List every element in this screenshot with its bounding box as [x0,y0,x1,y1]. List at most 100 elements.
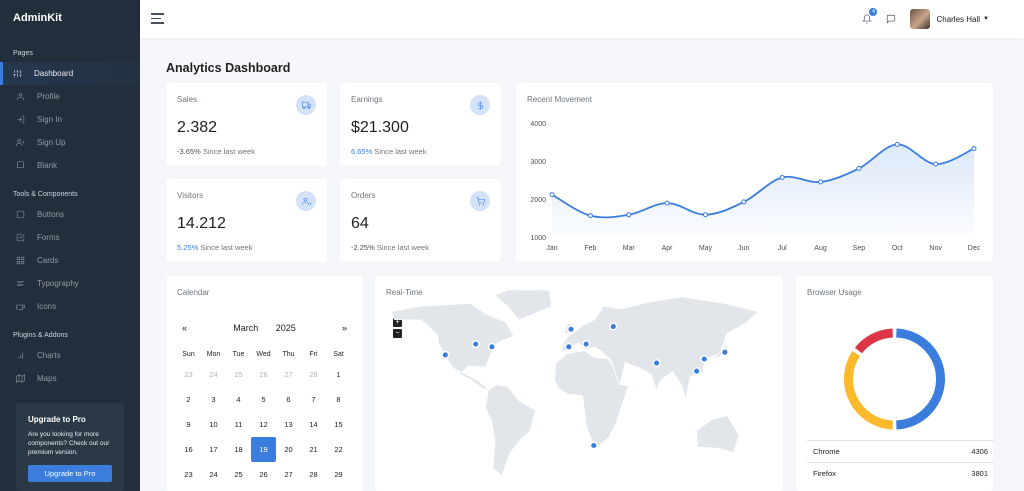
chevron-down-icon[interactable]: ▼ [983,16,989,22]
prev-month-button[interactable]: « [182,323,187,333]
map-region[interactable] [485,384,536,476]
data-point[interactable] [626,212,632,218]
sidebar-item-profile[interactable]: Profile [0,85,140,108]
calendar-day-outside[interactable]: 26 [251,362,276,387]
data-point[interactable] [971,146,977,152]
user-name[interactable]: Charles Hall [936,15,980,24]
sliders-icon [13,69,27,78]
calendar-day[interactable]: 22 [326,437,351,462]
map-marker[interactable] [441,350,450,359]
brand-logo[interactable]: AdminKit [0,0,140,40]
sidebar-item-label: Icons [37,302,57,311]
data-point[interactable] [856,165,862,171]
map-marker[interactable] [700,354,709,364]
data-point[interactable] [587,213,593,219]
calendar-day[interactable]: 2 [176,387,201,412]
next-month-button[interactable]: » [342,323,347,333]
sidebar-item-blank[interactable]: Blank [0,154,140,177]
weekday-label: Mon [206,350,221,358]
upgrade-card: Upgrade to Pro Are you looking for more … [16,403,124,491]
data-point[interactable] [702,212,708,218]
user-avatar[interactable] [910,9,931,29]
data-point[interactable] [664,200,670,206]
page-title: Analytics Dashboard [166,61,291,75]
calendar-day-outside[interactable]: 25 [226,362,251,387]
data-point[interactable] [741,199,747,205]
calendar-day[interactable]: 1 [326,362,351,387]
map-marker[interactable] [487,342,496,351]
calendar-day[interactable]: 11 [226,412,251,437]
data-point[interactable] [894,141,900,147]
calendar-day[interactable]: 3 [201,387,226,412]
calendar-day[interactable]: 25 [226,462,251,487]
sidebar-toggle-icon[interactable] [151,13,164,27]
donut-slice[interactable] [844,350,894,430]
calendar-day[interactable]: 10 [201,412,226,437]
user-plus-icon [16,138,30,147]
calendar-day[interactable]: 8 [326,387,351,412]
calendar-day-outside[interactable]: 27 [276,362,301,387]
calendar-day[interactable]: 29 [326,462,351,487]
data-point[interactable] [779,174,785,180]
data-point[interactable] [818,179,824,185]
map-marker[interactable] [566,325,576,334]
calendar-day[interactable]: 7 [301,387,326,412]
card-title: Calendar [177,288,210,297]
sidebar-item-buttons[interactable]: Buttons [0,203,140,226]
sidebar-item-typography[interactable]: Typography [0,272,140,295]
map-marker[interactable] [609,322,618,331]
calendar-day-outside[interactable]: 28 [301,362,326,387]
calendar-day[interactable]: 18 [226,437,251,462]
calendar-day[interactable]: 15 [326,412,351,437]
sidebar-item-maps[interactable]: Maps [0,367,140,390]
map-marker[interactable] [564,342,573,351]
sidebar-item-cards[interactable]: Cards [0,249,140,272]
calendar-day[interactable]: 24 [201,462,226,487]
sidebar-item-charts[interactable]: Charts [0,344,140,367]
calendar-day[interactable]: 21 [301,437,326,462]
map-region[interactable] [696,415,740,453]
calendar-day[interactable]: 9 [176,412,201,437]
donut-slice[interactable] [896,328,945,430]
data-point[interactable] [549,192,555,198]
map-marker[interactable] [589,441,598,450]
upgrade-button[interactable]: Upgrade to Pro [28,465,112,482]
calendar-day[interactable]: 20 [276,437,301,462]
calendar-day[interactable]: 5 [251,387,276,412]
calendar-day[interactable]: 4 [226,387,251,412]
calendar-day-outside[interactable]: 23 [176,362,201,387]
map-marker[interactable] [652,358,661,368]
map-marker[interactable] [692,367,701,376]
sidebar-item-forms[interactable]: Forms [0,226,140,249]
calendar-day[interactable]: 13 [276,412,301,437]
donut-slice[interactable] [854,328,894,354]
calendar-card: Calendar « March 2025 » Sun Mon Tue Wed Thu F… [166,276,363,491]
map-marker[interactable] [720,348,729,357]
calendar-day[interactable]: 14 [301,412,326,437]
calendar-day[interactable]: 27 [276,462,301,487]
sidebar-item-sign-up[interactable]: Sign Up [0,131,140,154]
x-tick-label: May [699,245,713,252]
map-marker[interactable] [582,340,591,349]
data-point[interactable] [933,161,939,167]
stat-title: Visitors [177,191,204,200]
calendar-day[interactable]: 17 [201,437,226,462]
sidebar-item-label: Charts [37,351,61,360]
sidebar-item-dashboard[interactable]: Dashboard [0,62,140,85]
calendar-day[interactable]: 23 [176,462,201,487]
map-marker[interactable] [471,340,480,349]
world-map[interactable] [375,276,783,491]
bell-icon[interactable]: 4 [862,8,878,24]
calendar-day-outside[interactable]: 24 [201,362,226,387]
sidebar-item-icons[interactable]: Icons [0,295,140,318]
calendar-day-selected[interactable]: 19 [251,437,276,462]
calendar-day[interactable]: 12 [251,412,276,437]
calendar-day[interactable]: 16 [176,437,201,462]
message-square-icon[interactable] [886,14,896,24]
sidebar-item-sign-in[interactable]: Sign In [0,108,140,131]
calendar-day[interactable]: 28 [301,462,326,487]
upgrade-title: Upgrade to Pro [28,415,86,424]
calendar-day[interactable]: 26 [251,462,276,487]
map-region[interactable] [494,289,552,321]
calendar-day[interactable]: 6 [276,387,301,412]
